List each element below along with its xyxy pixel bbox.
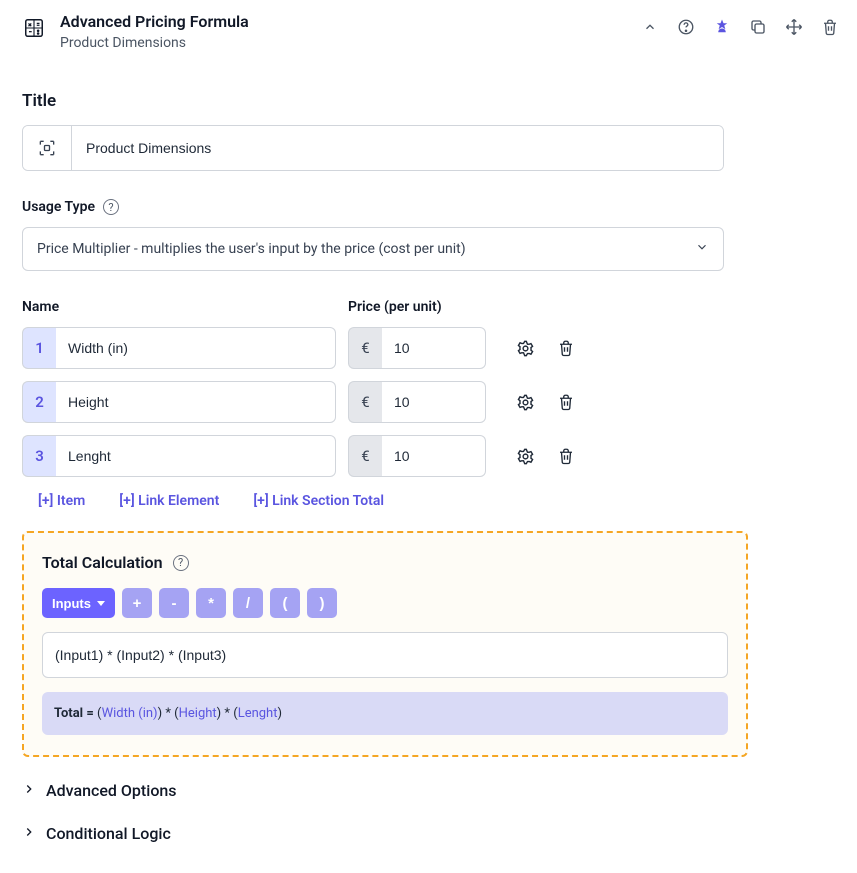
- trash-icon[interactable]: [557, 339, 575, 357]
- advanced-options-label: Advanced Options: [46, 781, 177, 800]
- token-length: Lenght: [238, 706, 278, 721]
- currency-symbol: €: [348, 381, 382, 423]
- token-width: Width (in): [102, 706, 158, 721]
- item-price-input[interactable]: [382, 327, 486, 369]
- header-title: Advanced Pricing Formula: [60, 12, 249, 31]
- formula-input[interactable]: [42, 632, 728, 678]
- op-div[interactable]: /: [233, 588, 263, 618]
- op-mult[interactable]: *: [196, 588, 226, 618]
- trash-icon[interactable]: [821, 18, 839, 36]
- help-icon[interactable]: [677, 18, 695, 36]
- item-row: 2 €: [22, 381, 839, 423]
- currency-symbol: €: [348, 435, 382, 477]
- usage-type-select[interactable]: Price Multiplier - multiplies the user's…: [22, 227, 724, 271]
- item-price-input[interactable]: [382, 435, 486, 477]
- chevron-down-icon: [695, 240, 709, 258]
- gear-icon[interactable]: [516, 339, 535, 358]
- add-link-element-link[interactable]: [+] Link Element: [119, 493, 219, 509]
- formula-icon: [22, 16, 46, 40]
- add-link-section-total-link[interactable]: [+] Link Section Total: [253, 493, 384, 509]
- usage-help-icon[interactable]: ?: [103, 199, 119, 215]
- duplicate-icon[interactable]: [749, 18, 767, 36]
- title-input[interactable]: [72, 126, 723, 170]
- chevron-right-icon: [22, 782, 36, 800]
- item-row: 1 €: [22, 327, 839, 369]
- advanced-options-toggle[interactable]: Advanced Options: [22, 781, 839, 800]
- currency-symbol: €: [348, 327, 382, 369]
- add-item-link[interactable]: [+] Item: [38, 493, 85, 509]
- total-preview: Total = (Width (in)) * (Height) * (Lengh…: [42, 692, 728, 735]
- usage-type-selected: Price Multiplier - multiplies the user's…: [37, 241, 466, 257]
- item-name-input[interactable]: [56, 435, 336, 477]
- inputs-dropdown[interactable]: Inputs: [42, 588, 115, 618]
- trash-icon[interactable]: [557, 393, 575, 411]
- total-calculation-panel: Total Calculation ? Inputs + - * / ( ) T…: [22, 531, 748, 757]
- item-index: 2: [22, 381, 56, 423]
- total-calculation-title: Total Calculation: [42, 553, 163, 572]
- items-name-header: Name: [22, 299, 348, 315]
- image-picker-icon[interactable]: [23, 126, 72, 170]
- op-lparen[interactable]: (: [270, 588, 300, 618]
- trash-icon[interactable]: [557, 447, 575, 465]
- conditional-logic-label: Conditional Logic: [46, 824, 171, 843]
- header-subtitle: Product Dimensions: [60, 35, 249, 51]
- op-rparen[interactable]: ): [307, 588, 337, 618]
- total-preview-prefix: Total =: [54, 706, 97, 721]
- chevron-right-icon: [22, 825, 36, 843]
- item-name-input[interactable]: [56, 381, 336, 423]
- item-row: 3 €: [22, 435, 839, 477]
- item-price-input[interactable]: [382, 381, 486, 423]
- item-name-input[interactable]: [56, 327, 336, 369]
- conditional-logic-toggle[interactable]: Conditional Logic: [22, 824, 839, 843]
- wizard-icon[interactable]: [713, 18, 731, 36]
- items-price-header: Price (per unit): [348, 299, 498, 315]
- item-index: 3: [22, 435, 56, 477]
- token-height: Height: [179, 706, 217, 721]
- usage-label: Usage Type: [22, 199, 95, 215]
- calc-help-icon[interactable]: ?: [173, 555, 189, 571]
- item-index: 1: [22, 327, 56, 369]
- gear-icon[interactable]: [516, 447, 535, 466]
- move-icon[interactable]: [785, 18, 803, 36]
- collapse-icon[interactable]: [641, 18, 659, 36]
- op-plus[interactable]: +: [122, 588, 152, 618]
- title-label: Title: [22, 91, 839, 111]
- gear-icon[interactable]: [516, 393, 535, 412]
- op-minus[interactable]: -: [159, 588, 189, 618]
